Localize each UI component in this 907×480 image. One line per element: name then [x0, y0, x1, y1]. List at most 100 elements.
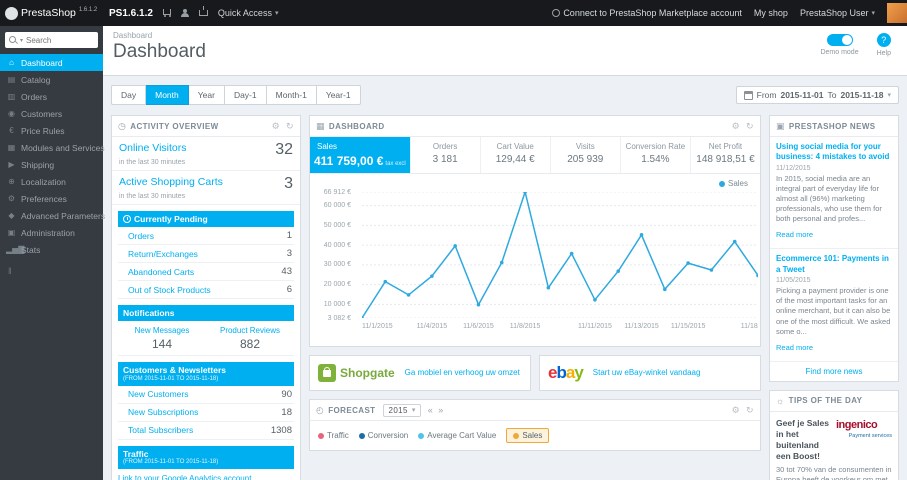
help-icon[interactable]: ? — [876, 33, 891, 47]
forecast-next-button[interactable]: » — [438, 405, 443, 415]
user-avatar[interactable] — [887, 3, 907, 23]
search-scope-caret-icon[interactable]: ▾ — [20, 37, 23, 44]
news-item-title[interactable]: Ecommerce 101: Payments in a Tweet — [776, 254, 892, 275]
dashboard-icon: ⌂ — [9, 58, 14, 67]
ebay-link[interactable]: Start uw eBay-winkel vandaag — [593, 368, 701, 378]
sidebar-item-price-rules[interactable]: € Price Rules — [0, 122, 103, 139]
chart-legend[interactable]: Sales — [718, 179, 748, 188]
advanced-parameters-icon: ◆ — [8, 211, 15, 220]
data-point[interactable] — [406, 293, 411, 297]
pending-orders-row[interactable]: Orders 1 — [118, 227, 294, 246]
sidebar-collapse-button[interactable]: ‖ — [0, 258, 103, 276]
sidebar-item-customers[interactable]: ◉ Customers — [0, 105, 103, 122]
data-point[interactable] — [430, 274, 434, 278]
new-subscriptions-row[interactable]: New Subscriptions 18 — [118, 404, 294, 422]
data-point[interactable] — [663, 287, 667, 292]
sidebar-item-modules-and-services[interactable]: ▦ Modules and Services — [0, 139, 105, 156]
data-point[interactable] — [499, 260, 504, 265]
forecast-year-select[interactable]: 2015 ▾ — [383, 403, 421, 417]
data-point[interactable] — [732, 239, 737, 244]
x-tick-label: 11/1/2015 — [362, 323, 393, 330]
sidebar-item-label: Advanced Parameters — [21, 210, 106, 221]
data-point[interactable] — [686, 261, 690, 265]
period-year-button[interactable]: Year — [188, 85, 225, 105]
sidebar-item-catalog[interactable]: ▤ Catalog — [0, 71, 103, 88]
data-point[interactable] — [546, 285, 551, 290]
sidebar-item-localization[interactable]: ⊕ Localization — [0, 173, 103, 190]
conversion-dot-icon — [358, 432, 365, 439]
settings-icon[interactable]: ⚙ — [732, 121, 740, 132]
sidebar-search: ▾ — [5, 32, 98, 48]
kpi-visits[interactable]: Visits 205 939 — [551, 137, 621, 173]
active-carts-link[interactable]: Active Shopping Carts — [119, 176, 223, 188]
period-day-1-button[interactable]: Day-1 — [224, 85, 267, 105]
read-more-link[interactable]: Read more — [776, 230, 813, 239]
forecast-prev-button[interactable]: « — [428, 405, 433, 415]
sidebar-item-stats[interactable]: ▂▅▇ Stats — [0, 241, 103, 258]
tips-of-the-day-panel: ☼ TIPS OF THE DAY ingenico Payment servi… — [769, 389, 899, 480]
data-point[interactable] — [383, 279, 388, 284]
kpi-conversion-rate[interactable]: Conversion Rate 1.54% — [621, 137, 691, 173]
customers-notification-icon[interactable] — [180, 9, 189, 17]
demo-mode-toggle[interactable] — [826, 34, 853, 46]
period-year-1-button[interactable]: Year-1 — [316, 85, 361, 105]
app-logo[interactable]: PrestaShop 1.6.1.2 — [0, 6, 103, 20]
orders-notification-icon[interactable] — [162, 8, 171, 18]
online-visitors-link[interactable]: Online Visitors — [119, 142, 187, 154]
refresh-icon[interactable]: ↻ — [286, 121, 294, 132]
data-point[interactable] — [523, 192, 527, 194]
traffic-date-range: (FROM 2015-11-01 TO 2015-11-18) — [123, 458, 219, 465]
y-tick-label: 10 000 € — [323, 300, 351, 308]
forecast-conversion-option[interactable]: Conversion — [358, 431, 408, 440]
sidebar-item-orders[interactable]: ▥ Orders — [0, 88, 103, 105]
kpi-cart-value[interactable]: Cart Value 129,44 € — [481, 137, 551, 173]
forecast-avg-cart-option[interactable]: Average Cart Value — [418, 431, 496, 440]
data-point[interactable] — [639, 233, 644, 237]
out-of-stock-row[interactable]: Out of Stock Products 6 — [118, 281, 294, 300]
google-analytics-link[interactable]: Link to your Google Analytics account — [118, 474, 294, 480]
kpi-row: Sales 411 759,00 € tax excl. Orders 3 181… — [310, 137, 760, 174]
sidebar-item-shipping[interactable]: ▶ Shipping — [0, 156, 103, 173]
kpi-orders[interactable]: Orders 3 181 — [411, 137, 481, 173]
search-input[interactable] — [26, 35, 79, 45]
forecast-sales-option[interactable]: Sales — [506, 428, 550, 443]
period-month-button[interactable]: Month — [146, 85, 189, 105]
sidebar-item-administration[interactable]: ▣ Administration — [0, 224, 103, 241]
my-shop-link[interactable]: My shop — [754, 8, 788, 18]
read-more-link[interactable]: Read more — [776, 343, 813, 352]
sidebar-item-advanced-parameters[interactable]: ◆ Advanced Parameters — [0, 207, 106, 224]
user-menu[interactable]: PrestaShop User ▾ — [800, 8, 875, 18]
messages-notification-icon[interactable] — [198, 6, 208, 16]
data-point[interactable] — [453, 244, 457, 248]
settings-icon[interactable]: ⚙ — [272, 121, 280, 132]
new-messages-cell[interactable]: New Messages 144 — [118, 321, 206, 355]
kpi-net-profit[interactable]: Net Profit 148 918,51 € — [691, 137, 760, 173]
news-panel-title: PRESTASHOP NEWS — [788, 121, 876, 131]
find-more-news-link[interactable]: Find more news — [770, 360, 898, 381]
data-point[interactable] — [593, 298, 597, 302]
total-subscribers-row[interactable]: Total Subscribers 1308 — [118, 422, 294, 440]
period-day-button[interactable]: Day — [111, 85, 147, 105]
news-item-title[interactable]: Using social media for your business: 4 … — [776, 142, 892, 163]
data-point[interactable] — [709, 268, 714, 272]
pending-returns-row[interactable]: Return/Exchanges 3 — [118, 245, 294, 264]
sales-chart-svg — [362, 192, 758, 318]
refresh-icon[interactable]: ↻ — [746, 121, 754, 132]
new-customers-row[interactable]: New Customers 90 — [118, 386, 294, 404]
quick-access-menu[interactable]: Quick Access ▾ — [218, 8, 279, 18]
period-month-1-button[interactable]: Month-1 — [266, 85, 317, 105]
data-point[interactable] — [569, 251, 574, 256]
refresh-icon[interactable]: ↻ — [746, 405, 754, 416]
date-range-picker[interactable]: From 2015-11-01 To 2015-11-18 ▾ — [735, 86, 899, 104]
data-point[interactable] — [476, 302, 481, 307]
settings-icon[interactable]: ⚙ — [732, 405, 740, 416]
forecast-traffic-option[interactable]: Traffic — [318, 431, 349, 440]
shopgate-link[interactable]: Ga mobiel en verhoog uw omzet — [405, 368, 520, 378]
kpi-sales[interactable]: Sales 411 759,00 € tax excl. — [310, 137, 411, 173]
sidebar-item-dashboard[interactable]: ⌂ Dashboard — [0, 54, 103, 71]
sidebar-item-preferences[interactable]: ⚙ Preferences — [0, 190, 103, 207]
abandoned-carts-row[interactable]: Abandoned Carts 43 — [118, 263, 294, 282]
product-reviews-cell[interactable]: Product Reviews 882 — [206, 321, 294, 355]
data-point[interactable] — [616, 269, 621, 273]
marketplace-link[interactable]: Connect to PrestaShop Marketplace accoun… — [552, 8, 742, 18]
